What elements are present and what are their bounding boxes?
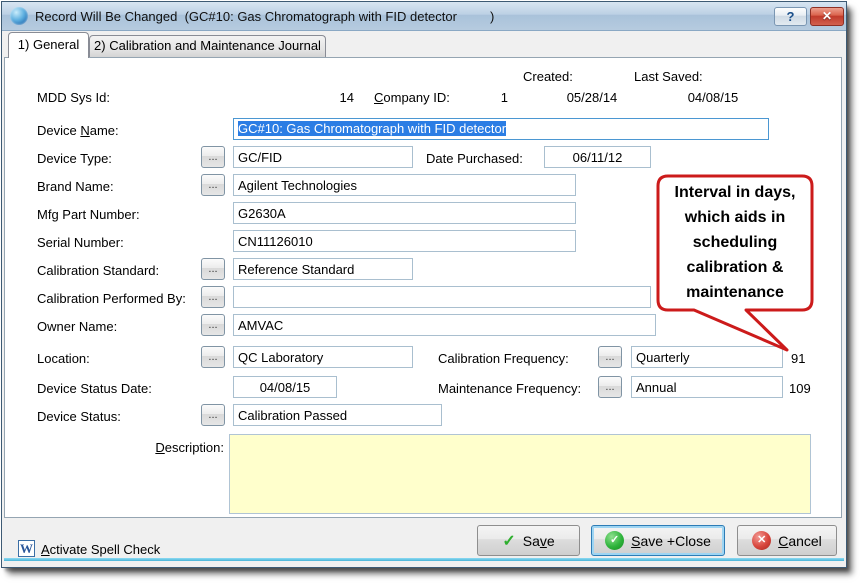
cancel-button[interactable]: ✕ Cancel: [737, 525, 837, 556]
device-status-browse-button[interactable]: ...: [201, 404, 225, 426]
calibration-performed-by-label: Calibration Performed By:: [37, 291, 186, 306]
tab-calibration-journal[interactable]: 2) Calibration and Maintenance Journal: [89, 35, 326, 58]
mdd-sys-id-label: MDD Sys Id:: [37, 90, 110, 105]
device-name-selected-text: GC#10: Gas Chromatograph with FID detect…: [238, 121, 506, 136]
serial-number-field[interactable]: [233, 230, 576, 252]
cancel-button-label: Cancel: [778, 533, 822, 549]
window-title-paren: ): [490, 9, 494, 24]
mfg-part-number-label: Mfg Part Number:: [37, 207, 140, 222]
save-close-button-label: Save +Close: [631, 533, 711, 549]
save-button[interactable]: ✓ Save: [477, 525, 580, 556]
owner-name-field[interactable]: [233, 314, 656, 336]
save-close-check-icon: ✓: [605, 531, 624, 550]
calibration-standard-field[interactable]: [233, 258, 413, 280]
cancel-x-icon: ✕: [752, 531, 771, 550]
tab-calibration-journal-label: 2) Calibration and Maintenance Journal: [94, 38, 321, 53]
created-value: 05/28/14: [556, 90, 628, 105]
date-purchased-label: Date Purchased:: [426, 151, 523, 166]
description-label: Description:: [65, 440, 224, 455]
brand-name-field[interactable]: [233, 174, 576, 196]
description-textarea[interactable]: [229, 434, 811, 514]
callout-line: maintenance: [656, 280, 814, 305]
callout-annotation: Interval in days, which aids in scheduli…: [656, 180, 814, 305]
device-status-label: Device Status:: [37, 409, 121, 424]
location-field[interactable]: [233, 346, 413, 368]
help-icon: ?: [787, 9, 795, 24]
device-type-label: Device Type:: [37, 151, 112, 166]
calibration-frequency-label: Calibration Frequency:: [438, 351, 569, 366]
tab-general[interactable]: 1) General: [8, 32, 89, 58]
maintenance-frequency-label: Maintenance Frequency:: [438, 381, 581, 396]
window-bottom-frame-glow: [4, 558, 844, 561]
mfg-part-number-field[interactable]: [233, 202, 576, 224]
device-type-browse-button[interactable]: ...: [201, 146, 225, 168]
last-saved-label: Last Saved:: [634, 69, 703, 84]
callout-line: calibration &: [656, 255, 814, 280]
calibration-performed-by-field[interactable]: [233, 286, 651, 308]
calibration-standard-browse-button[interactable]: ...: [201, 258, 225, 280]
word-spellcheck-icon: W: [18, 540, 35, 557]
device-status-date-field[interactable]: [233, 376, 337, 398]
screenshot-stage: Record Will Be Changed (GC#10: Gas Chrom…: [0, 0, 860, 583]
calibration-frequency-browse-button[interactable]: ...: [598, 346, 622, 368]
owner-name-label: Owner Name:: [37, 319, 117, 334]
location-browse-button[interactable]: ...: [201, 346, 225, 368]
close-button[interactable]: ✕: [810, 7, 844, 26]
maintenance-frequency-days: 109: [789, 381, 811, 396]
owner-name-browse-button[interactable]: ...: [201, 314, 225, 336]
callout-line: scheduling: [656, 230, 814, 255]
callout-line: Interval in days,: [656, 180, 814, 205]
last-saved-value: 04/08/15: [677, 90, 749, 105]
dialog-window: Record Will Be Changed (GC#10: Gas Chrom…: [2, 2, 846, 567]
calibration-standard-label: Calibration Standard:: [37, 263, 159, 278]
brand-name-label: Brand Name:: [37, 179, 114, 194]
serial-number-label: Serial Number:: [37, 235, 124, 250]
device-status-field[interactable]: [233, 404, 442, 426]
tab-general-label: 1) General: [18, 37, 79, 52]
location-label: Location:: [37, 351, 90, 366]
device-name-field[interactable]: GC#10: Gas Chromatograph with FID detect…: [233, 118, 769, 140]
created-label: Created:: [523, 69, 573, 84]
activate-spell-check-link[interactable]: Activate Spell Check: [41, 542, 160, 557]
maintenance-frequency-browse-button[interactable]: ...: [598, 376, 622, 398]
mdd-sys-id-value: 14: [285, 90, 354, 105]
callout-line: which aids in: [656, 205, 814, 230]
title-bar[interactable]: Record Will Be Changed (GC#10: Gas Chrom…: [2, 2, 846, 31]
device-status-date-label: Device Status Date:: [37, 381, 152, 396]
date-purchased-field[interactable]: [544, 146, 651, 168]
brand-name-browse-button[interactable]: ...: [201, 174, 225, 196]
window-title: Record Will Be Changed (GC#10: Gas Chrom…: [35, 9, 457, 24]
help-button[interactable]: ?: [774, 7, 807, 26]
maintenance-frequency-field[interactable]: [631, 376, 783, 398]
calibration-performed-by-browse-button[interactable]: ...: [201, 286, 225, 308]
device-type-field[interactable]: [233, 146, 413, 168]
save-button-label: Save: [523, 533, 555, 549]
device-name-label: Device Name:: [37, 123, 119, 138]
close-icon: ✕: [822, 9, 832, 23]
save-close-button[interactable]: ✓ Save +Close: [591, 525, 725, 556]
app-globe-icon: [10, 7, 28, 25]
company-id-value: 1: [465, 90, 508, 105]
company-id-label: Company ID:: [374, 90, 450, 105]
save-check-icon: ✓: [502, 531, 515, 551]
general-tab-panel: Created: Last Saved: MDD Sys Id: 14 Comp…: [4, 57, 842, 518]
